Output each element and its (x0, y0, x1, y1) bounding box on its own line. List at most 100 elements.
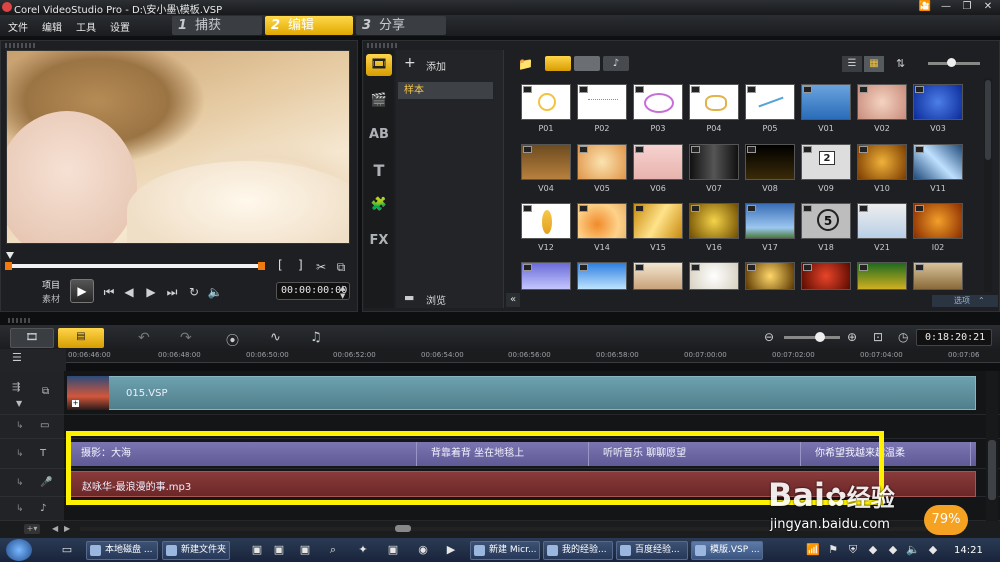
zoom-in-icon[interactable]: ⊕ (847, 330, 857, 344)
track-manager-icon[interactable]: ☰ (12, 351, 22, 364)
split-icon[interactable]: ✂ (313, 259, 329, 275)
record-capture-icon[interactable]: ⦿ (226, 330, 239, 349)
timeline-vertical-thumb[interactable] (988, 440, 996, 500)
zoom-slider-handle[interactable] (815, 332, 825, 342)
thumbnail-v04[interactable] (521, 144, 571, 180)
title-track-icon[interactable]: T (40, 448, 46, 459)
flag-icon[interactable]: ⚑ (826, 543, 840, 557)
thumbnail-row4-5[interactable] (745, 262, 795, 290)
title-clip[interactable]: 你希望我越来越温柔 (801, 442, 971, 466)
voice-track-icon[interactable]: 🎤 (40, 477, 52, 488)
thumbnail-v06[interactable] (633, 144, 683, 180)
next-frame-icon[interactable]: ▶ (143, 284, 159, 300)
clock[interactable]: 14:21 (954, 545, 983, 556)
video-track-icon[interactable]: ⧉ (42, 386, 49, 397)
tray-icon[interactable]: ◆ (886, 543, 900, 557)
thumbnail-v14[interactable] (577, 203, 627, 239)
collapse-library-button[interactable]: « (506, 293, 520, 307)
thumbnail-v15[interactable] (633, 203, 683, 239)
media-player-icon[interactable]: ▶ (444, 543, 458, 557)
ripple-edit-icon[interactable]: ⇶ (12, 382, 20, 393)
timecode-spinner-icon[interactable]: ▲ ▼ (340, 284, 345, 300)
thumbnail-row4-3[interactable] (633, 262, 683, 290)
thumbnail-v11[interactable] (913, 144, 963, 180)
app-shortcut-icon[interactable]: ▣ (272, 543, 286, 557)
thumbnail-v16[interactable] (689, 203, 739, 239)
show-videos-toggle[interactable] (545, 56, 571, 71)
graphic-icon[interactable]: 🧩 (366, 194, 392, 216)
panel-grip[interactable] (5, 43, 35, 48)
track-lock-icon[interactable]: ↳ (16, 449, 24, 459)
title-clip[interactable]: 摄影：大海 (67, 442, 417, 466)
thumbnail-v02[interactable] (857, 84, 907, 120)
taskbar-item[interactable]: 我的经验... (543, 541, 613, 560)
step-capture[interactable]: 1 捕获 (172, 16, 262, 35)
show-photos-toggle[interactable] (574, 56, 600, 71)
tray-icon[interactable]: ◆ (866, 543, 880, 557)
sound-mixer-icon[interactable]: ∿ (270, 330, 281, 345)
track-lock-icon[interactable]: ↳ (16, 478, 24, 488)
thumbnail-v18[interactable]: 5 (801, 203, 851, 239)
maximize-button[interactable]: ❐ (958, 1, 976, 13)
network-icon[interactable]: 📶 (806, 543, 820, 557)
app-shortcut-icon[interactable]: ✦ (356, 543, 370, 557)
sort-icon[interactable]: ⇅ (896, 57, 905, 70)
menu-settings[interactable]: 设置 (110, 19, 130, 34)
track-options-icon[interactable]: +▾ (24, 524, 40, 534)
thumbnail-p05[interactable] (745, 84, 795, 120)
browse-icon[interactable]: ▬ (404, 291, 414, 304)
thumbnail-v05[interactable] (577, 144, 627, 180)
add-folder-label[interactable]: 添加 (426, 58, 446, 73)
security-icon[interactable]: ⛨ (846, 543, 860, 557)
track-lock-icon[interactable]: ↳ (16, 504, 24, 514)
thumbnail-row4-6[interactable] (801, 262, 851, 290)
track-lock-icon[interactable]: ↳ (16, 421, 24, 431)
scroll-left-icon[interactable]: ◀ (52, 524, 58, 533)
playhead-marker[interactable] (6, 252, 14, 260)
thumbnail-p04[interactable] (689, 84, 739, 120)
storyboard-view-button[interactable]: 🎞 (10, 328, 54, 348)
menu-file[interactable]: 文件 (8, 19, 28, 34)
volume-tray-icon[interactable]: 🔈 (906, 543, 920, 557)
music-track-icon[interactable]: ♪ (40, 503, 46, 514)
end-icon[interactable]: ⏭ (164, 284, 180, 300)
timeline-horizontal-thumb[interactable] (395, 525, 411, 532)
mark-in-button[interactable]: [ (278, 258, 283, 272)
mark-out-button[interactable]: ] (298, 258, 303, 272)
thumbnail-v09[interactable]: 2 (801, 144, 851, 180)
thumbnail-row4-8[interactable] (913, 262, 963, 290)
play-button[interactable]: ▶ (70, 279, 94, 303)
undo-icon[interactable]: ↶ (138, 330, 150, 346)
taskbar-item[interactable]: 百度经验... (616, 541, 688, 560)
thumbnail-p03[interactable] (633, 84, 683, 120)
timecode-display[interactable]: 00:00:00:00 (276, 282, 350, 300)
enlarge-icon[interactable]: ⧉ (333, 259, 349, 275)
thumbnail-row4-2[interactable] (577, 262, 627, 290)
repeat-icon[interactable]: ↻ (186, 284, 202, 300)
thumbnail-view-icon[interactable]: ▦ (864, 56, 884, 72)
list-view-icon[interactable]: ☰ (842, 56, 862, 72)
thumbnail-v08[interactable] (745, 144, 795, 180)
app-shortcut-icon[interactable]: ▣ (386, 543, 400, 557)
browser-icon[interactable]: ◉ (416, 543, 430, 557)
video-clip[interactable] (67, 376, 976, 410)
show-audio-toggle[interactable]: ♪ (603, 56, 629, 71)
mini-mode-icon[interactable]: 🎦 (916, 1, 934, 13)
zoom-out-icon[interactable]: ⊖ (764, 330, 774, 344)
title-icon[interactable]: T (366, 160, 392, 182)
library-scroll-thumb[interactable] (985, 80, 991, 160)
scroll-right-icon[interactable]: ▶ (64, 524, 70, 533)
start-button[interactable] (6, 539, 32, 561)
thumbnail-p01[interactable] (521, 84, 571, 120)
auto-music-icon[interactable]: ♫ (310, 330, 322, 345)
show-desktop-icon[interactable]: ▭ (60, 543, 74, 557)
folder-item-sample[interactable]: 样本 (398, 82, 493, 99)
trim-start-handle[interactable] (5, 262, 12, 270)
app-shortcut-icon[interactable]: ▣ (250, 543, 264, 557)
app-shortcut-icon[interactable]: ▣ (298, 543, 312, 557)
thumbnail-v03[interactable] (913, 84, 963, 120)
filter-fx-icon[interactable]: FX (366, 230, 392, 252)
taskbar-item[interactable]: 本地磁盘 ... (86, 541, 158, 560)
thumbnail-p02[interactable] (577, 84, 627, 120)
track-expand-icon[interactable]: ▼ (16, 399, 22, 408)
